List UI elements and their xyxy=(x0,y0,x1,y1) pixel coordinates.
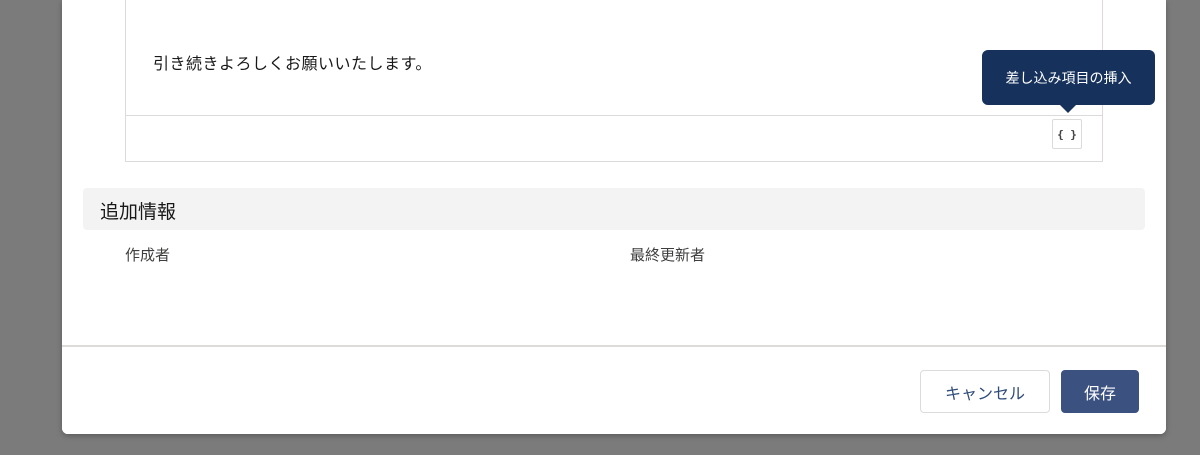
cancel-button[interactable]: キャンセル xyxy=(920,370,1050,413)
editor-toolbar: { } xyxy=(126,115,1102,162)
last-modified-by-label: 最終更新者 xyxy=(630,246,706,264)
insert-merge-field-button[interactable]: { } xyxy=(1052,119,1082,149)
modal-footer: キャンセル 保存 xyxy=(62,345,1166,434)
created-by-label: 作成者 xyxy=(125,246,171,264)
modal-dialog: 引き続きよろしくお願いいたします。 { } 差し込み項目の挿入 追加情報 作成者… xyxy=(62,0,1166,434)
tooltip-text: 差し込み項目の挿入 xyxy=(1005,70,1132,87)
merge-field-tooltip: 差し込み項目の挿入 xyxy=(982,50,1155,113)
section-title: 追加情報 xyxy=(100,201,177,223)
rich-text-editor[interactable]: 引き続きよろしくお願いいたします。 { } xyxy=(125,0,1103,162)
save-button[interactable]: 保存 xyxy=(1061,370,1139,413)
additional-info-section-header[interactable]: 追加情報 xyxy=(83,188,1145,230)
editor-body-text[interactable]: 引き続きよろしくお願いいたします。 xyxy=(153,50,432,74)
